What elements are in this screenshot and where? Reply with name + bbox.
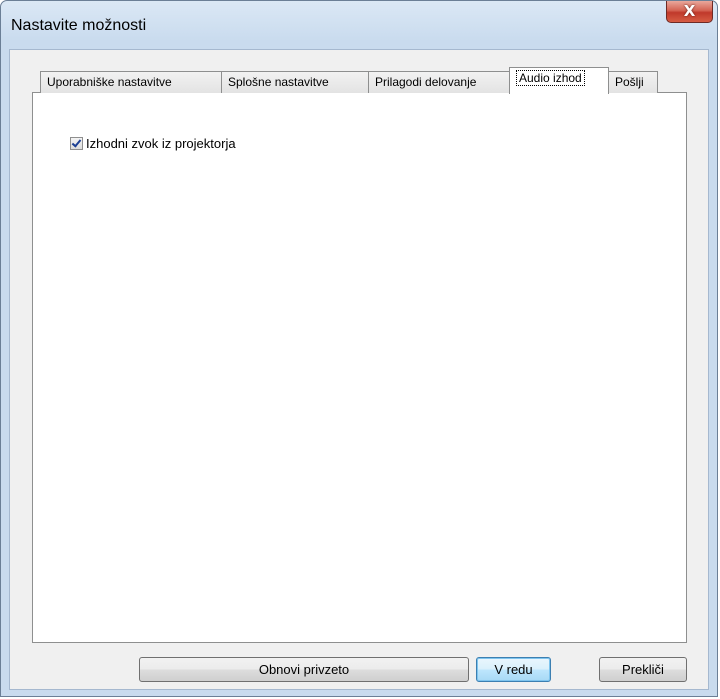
cancel-button[interactable]: Prekliči [599, 657, 687, 682]
tab-label: Uporabniške nastavitve [47, 75, 172, 89]
dialog-client-area: Izhodni zvok iz projektorja Uporabniške … [9, 49, 709, 690]
output-sound-checkbox[interactable] [70, 137, 83, 150]
tab-user-settings[interactable]: Uporabniške nastavitve [40, 71, 222, 93]
window-title: Nastavite možnosti [11, 17, 147, 34]
close-button[interactable]: X [666, 1, 713, 23]
options-dialog: Nastavite možnosti X Izhodni zvok iz pro… [0, 0, 718, 697]
output-sound-checkbox-row[interactable]: Izhodni zvok iz projektorja [70, 136, 236, 151]
tab-send[interactable]: Pošlji [608, 71, 658, 93]
tab-label: Prilagodi delovanje [375, 75, 477, 89]
tab-audio-output[interactable]: Audio izhod [509, 67, 609, 94]
tab-general-settings[interactable]: Splošne nastavitve [221, 71, 369, 93]
title-bar[interactable]: Nastavite možnosti X [1, 1, 717, 49]
tab-panel-audio-output: Izhodni zvok iz projektorja [32, 92, 687, 643]
tab-label: Audio izhod [516, 70, 585, 86]
restore-defaults-button[interactable]: Obnovi privzeto [139, 657, 469, 682]
tab-label: Splošne nastavitve [228, 75, 329, 89]
tab-customize-operation[interactable]: Prilagodi delovanje [368, 71, 510, 93]
output-sound-label: Izhodni zvok iz projektorja [86, 136, 236, 151]
ok-button[interactable]: V redu [476, 657, 551, 682]
close-icon: X [683, 2, 696, 20]
tab-label: Pošlji [615, 75, 644, 89]
